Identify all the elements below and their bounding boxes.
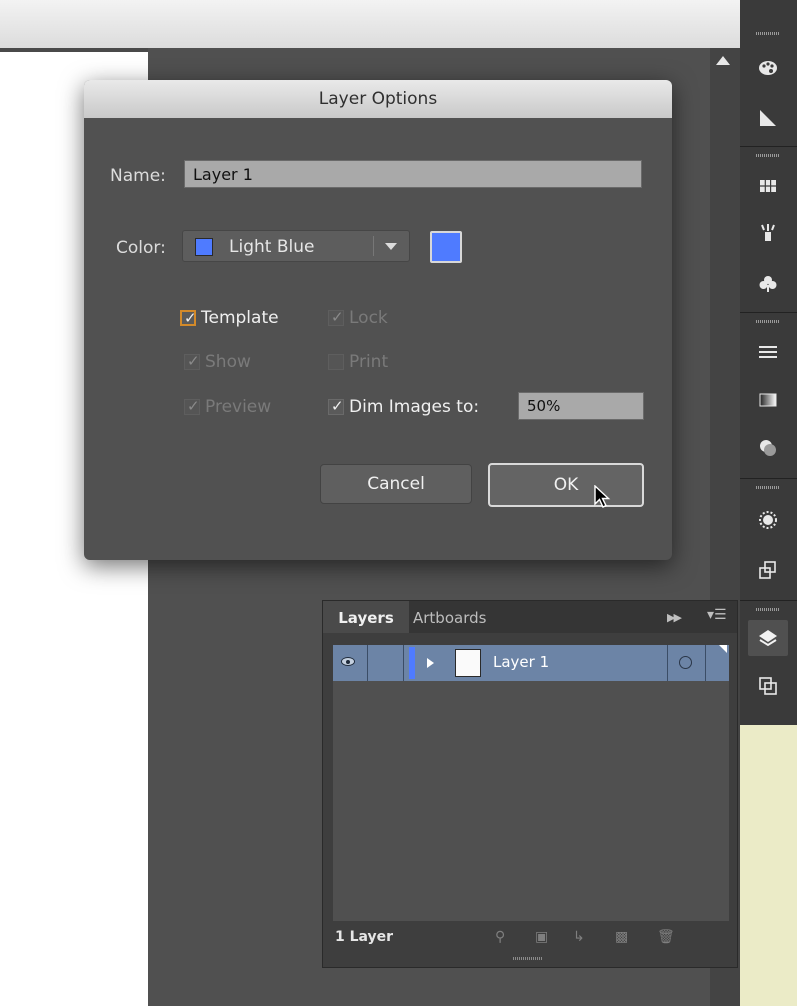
- color-select-value: Light Blue: [229, 237, 315, 257]
- layer-thumbnail: [455, 649, 481, 677]
- stroke-lines-icon[interactable]: [752, 338, 784, 366]
- dock-background: [740, 725, 797, 1006]
- new-layer-icon[interactable]: ▩: [615, 929, 628, 945]
- checkmark-icon: ✓: [187, 397, 200, 415]
- dim-images-checkbox[interactable]: ✓ Dim Images to:: [328, 397, 479, 417]
- chevron-down-icon: [385, 243, 397, 250]
- search-icon[interactable]: ⚲: [495, 929, 505, 945]
- tab-artboards[interactable]: Artboards: [413, 601, 486, 633]
- template-checkbox[interactable]: ✓ Template: [180, 308, 279, 328]
- dock-grip[interactable]: [756, 486, 780, 489]
- layers-list: Layer 1: [333, 645, 729, 921]
- dock-grip[interactable]: [756, 154, 780, 157]
- name-field[interactable]: [184, 160, 642, 188]
- dim-images-field[interactable]: [518, 392, 644, 420]
- appearance-icon[interactable]: [752, 506, 784, 534]
- dock-grip[interactable]: [756, 608, 780, 611]
- swatches-grid-icon[interactable]: [752, 172, 784, 200]
- artboards-icon[interactable]: [752, 672, 784, 700]
- name-label: Name:: [110, 166, 166, 186]
- print-label: Print: [349, 352, 389, 372]
- transform-icon[interactable]: [752, 556, 784, 584]
- window-title-strip: [0, 0, 740, 48]
- layer-row[interactable]: Layer 1: [333, 645, 729, 681]
- expand-arrow-icon[interactable]: [427, 658, 434, 668]
- color-swatch-icon: [195, 238, 213, 256]
- collapse-panel-icon[interactable]: ▶▶: [667, 611, 682, 624]
- color-guide-icon[interactable]: [752, 54, 784, 82]
- brushes-icon[interactable]: [752, 218, 784, 246]
- symbols-club-icon[interactable]: [752, 270, 784, 298]
- checkmark-icon: ✓: [187, 352, 200, 370]
- custom-color-swatch[interactable]: [430, 231, 462, 263]
- layer-options-dialog: Layer Options Name: Color: Light Blue ✓ …: [84, 80, 672, 560]
- lock-label: Lock: [349, 308, 388, 328]
- make-clipping-mask-icon[interactable]: ▣: [535, 929, 548, 945]
- checkmark-icon: ✓: [331, 308, 344, 326]
- layers-icon[interactable]: [748, 620, 788, 656]
- lock-checkbox[interactable]: ✓ Lock: [328, 308, 388, 328]
- gradient-icon[interactable]: [752, 386, 784, 414]
- tab-layers[interactable]: Layers: [323, 601, 409, 633]
- layer-color-indicator: [409, 647, 415, 679]
- scroll-up-arrow-icon[interactable]: [716, 56, 730, 65]
- preview-label: Preview: [205, 397, 272, 417]
- preview-checkbox[interactable]: ✓ Preview: [184, 397, 271, 417]
- visibility-eye-icon[interactable]: [341, 657, 355, 666]
- new-sublayer-icon[interactable]: ↳: [573, 929, 585, 945]
- dock-grip[interactable]: [756, 320, 780, 323]
- cancel-button[interactable]: Cancel: [320, 464, 472, 504]
- layers-panel: Layers Artboards ▶▶ ▾☰ Layer 1 1 Layer ⚲…: [322, 600, 738, 968]
- panel-footer: 1 Layer ⚲ ▣ ↳ ▩ 🗑: [323, 925, 737, 953]
- panel-dock: [740, 0, 797, 725]
- target-circle-icon[interactable]: [679, 656, 692, 669]
- transparency-icon[interactable]: [752, 434, 784, 462]
- dock-grip[interactable]: [756, 32, 780, 35]
- gradient-triangle-icon[interactable]: [752, 104, 784, 132]
- panel-resize-grip[interactable]: [513, 957, 543, 960]
- ok-button[interactable]: OK: [488, 463, 644, 507]
- panel-tab-bar: Layers Artboards ▶▶ ▾☰: [323, 601, 737, 633]
- checkmark-icon: ✓: [184, 309, 197, 327]
- template-label: Template: [201, 308, 279, 328]
- mouse-pointer-icon: [594, 485, 611, 508]
- show-checkbox[interactable]: ✓ Show: [184, 352, 251, 372]
- selection-corner-icon: [719, 645, 727, 653]
- checkmark-icon: ✓: [331, 397, 344, 415]
- color-select[interactable]: Light Blue: [182, 230, 410, 262]
- panel-menu-icon[interactable]: ▾☰: [707, 607, 727, 623]
- layer-count: 1 Layer: [335, 929, 394, 945]
- layer-name[interactable]: Layer 1: [493, 653, 549, 671]
- trash-icon[interactable]: 🗑: [657, 929, 675, 945]
- color-label: Color:: [116, 238, 166, 258]
- print-checkbox[interactable]: Print: [328, 352, 388, 372]
- dialog-title: Layer Options: [84, 80, 672, 118]
- dim-images-label: Dim Images to:: [349, 397, 480, 417]
- show-label: Show: [205, 352, 251, 372]
